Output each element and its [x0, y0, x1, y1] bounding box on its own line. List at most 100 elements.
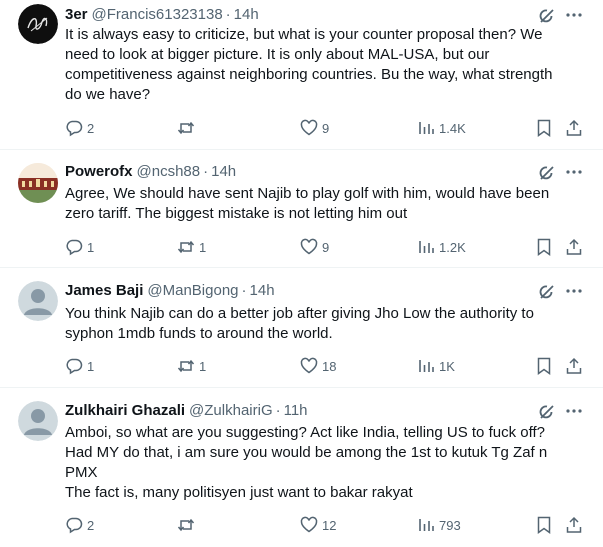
- author-name[interactable]: James Baji: [65, 282, 143, 299]
- reply-button[interactable]: 2: [65, 117, 94, 139]
- author-handle[interactable]: @ManBigong: [147, 282, 238, 299]
- more-icon[interactable]: [564, 281, 584, 301]
- post-time[interactable]: 14h: [250, 282, 275, 299]
- repost-button[interactable]: 1: [177, 236, 206, 258]
- repost-icon: [177, 238, 195, 256]
- repost-button[interactable]: [177, 117, 199, 139]
- views-button[interactable]: 1K: [417, 355, 455, 377]
- like-icon: [300, 238, 318, 256]
- post-1[interactable]: 3er @Francis61323138 · 14h It is always eas…: [0, 0, 603, 150]
- post-text: Amboi, so what are you suggesting? Act l…: [65, 424, 548, 501]
- bookmark-icon: [535, 119, 553, 137]
- share-icon: [565, 238, 583, 256]
- action-bar: 1 1 18 1K: [65, 355, 585, 377]
- bookmark-icon: [535, 238, 553, 256]
- post-header: James Baji @ManBigong · 14h: [65, 281, 275, 301]
- views-count: 1K: [439, 358, 455, 374]
- bookmark-button[interactable]: [535, 236, 553, 258]
- views-icon: [417, 119, 435, 137]
- reply-count: 1: [87, 358, 95, 374]
- views-icon: [417, 357, 435, 375]
- separator-dot: ·: [203, 163, 209, 180]
- post-3[interactable]: James Baji @ManBigong · 14h You think Najib…: [0, 268, 603, 388]
- author-name[interactable]: Zulkhairi Ghazali: [65, 402, 185, 419]
- author-name[interactable]: Powerofx: [65, 163, 133, 180]
- like-button[interactable]: 18: [300, 355, 336, 377]
- more-icon[interactable]: [564, 401, 584, 421]
- repost-count: 1: [199, 239, 207, 255]
- like-icon: [300, 357, 318, 375]
- post-header: 3er @Francis61323138 · 14h: [65, 5, 259, 25]
- repost-icon: [177, 119, 195, 137]
- building-photo-icon: [18, 163, 58, 203]
- grok-icon[interactable]: [538, 403, 556, 421]
- views-count: 793: [439, 517, 461, 533]
- bookmark-button[interactable]: [535, 514, 553, 536]
- share-icon: [565, 357, 583, 375]
- reply-button[interactable]: 2: [65, 514, 94, 536]
- avatar[interactable]: [18, 401, 58, 441]
- views-button[interactable]: 793: [417, 514, 461, 536]
- post-text: Agree, We should have sent Najib to play…: [65, 185, 550, 222]
- bookmark-button[interactable]: [535, 117, 553, 139]
- like-icon: [300, 119, 318, 137]
- reply-count: 1: [87, 239, 95, 255]
- views-button[interactable]: 1.4K: [417, 117, 466, 139]
- like-button[interactable]: 9: [300, 236, 329, 258]
- more-icon[interactable]: [564, 5, 584, 25]
- avatar[interactable]: [18, 4, 58, 44]
- share-button[interactable]: [565, 117, 583, 139]
- more-icon[interactable]: [564, 162, 584, 182]
- reply-icon: [65, 119, 83, 137]
- views-count: 1.4K: [439, 120, 466, 136]
- post-time[interactable]: 14h: [234, 6, 259, 23]
- post-4[interactable]: Zulkhairi Ghazali @ZulkhairiG · 11h Amboi, …: [0, 388, 603, 547]
- views-count: 1.2K: [439, 239, 466, 255]
- share-button[interactable]: [565, 236, 583, 258]
- repost-count: 1: [199, 358, 207, 374]
- author-handle[interactable]: @ncsh88: [137, 163, 201, 180]
- reply-icon: [65, 357, 83, 375]
- share-button[interactable]: [565, 355, 583, 377]
- separator-dot: ·: [275, 402, 281, 419]
- post-header: Powerofx @ncsh88 · 14h: [65, 162, 236, 182]
- post-2[interactable]: Powerofx @ncsh88 · 14h Agree, We should hav…: [0, 150, 603, 268]
- like-button[interactable]: 9: [300, 117, 329, 139]
- reply-count: 2: [87, 120, 95, 136]
- avatar[interactable]: [18, 281, 58, 321]
- like-count: 12: [322, 517, 337, 533]
- separator-dot: ·: [241, 282, 247, 299]
- grok-icon[interactable]: [538, 164, 556, 182]
- reply-icon: [65, 516, 83, 534]
- repost-icon: [177, 357, 195, 375]
- like-icon: [300, 516, 318, 534]
- separator-dot: ·: [225, 6, 231, 23]
- bookmark-icon: [535, 516, 553, 534]
- repost-button[interactable]: [177, 514, 199, 536]
- post-header: Zulkhairi Ghazali @ZulkhairiG · 11h: [65, 401, 308, 421]
- like-button[interactable]: 12: [300, 514, 336, 536]
- views-icon: [417, 238, 435, 256]
- post-time[interactable]: 14h: [211, 163, 236, 180]
- share-button[interactable]: [565, 514, 583, 536]
- author-name[interactable]: 3er: [65, 6, 88, 23]
- bookmark-icon: [535, 357, 553, 375]
- grok-icon[interactable]: [538, 7, 556, 25]
- grok-icon[interactable]: [538, 283, 556, 301]
- signature-logo-icon: [18, 4, 58, 44]
- default-person-icon: [18, 281, 58, 321]
- author-handle[interactable]: @ZulkhairiG: [189, 402, 273, 419]
- reply-button[interactable]: 1: [65, 236, 94, 258]
- views-button[interactable]: 1.2K: [417, 236, 466, 258]
- like-count: 18: [322, 358, 337, 374]
- action-bar: 2 9 1.4K: [65, 117, 585, 139]
- repost-icon: [177, 516, 195, 534]
- post-time[interactable]: 11h: [284, 402, 308, 419]
- reply-button[interactable]: 1: [65, 355, 94, 377]
- avatar[interactable]: [18, 163, 58, 203]
- repost-button[interactable]: 1: [177, 355, 206, 377]
- default-person-icon: [18, 401, 58, 441]
- post-text: It is always easy to criticize, but what…: [65, 26, 553, 103]
- bookmark-button[interactable]: [535, 355, 553, 377]
- author-handle[interactable]: @Francis61323138: [92, 6, 223, 23]
